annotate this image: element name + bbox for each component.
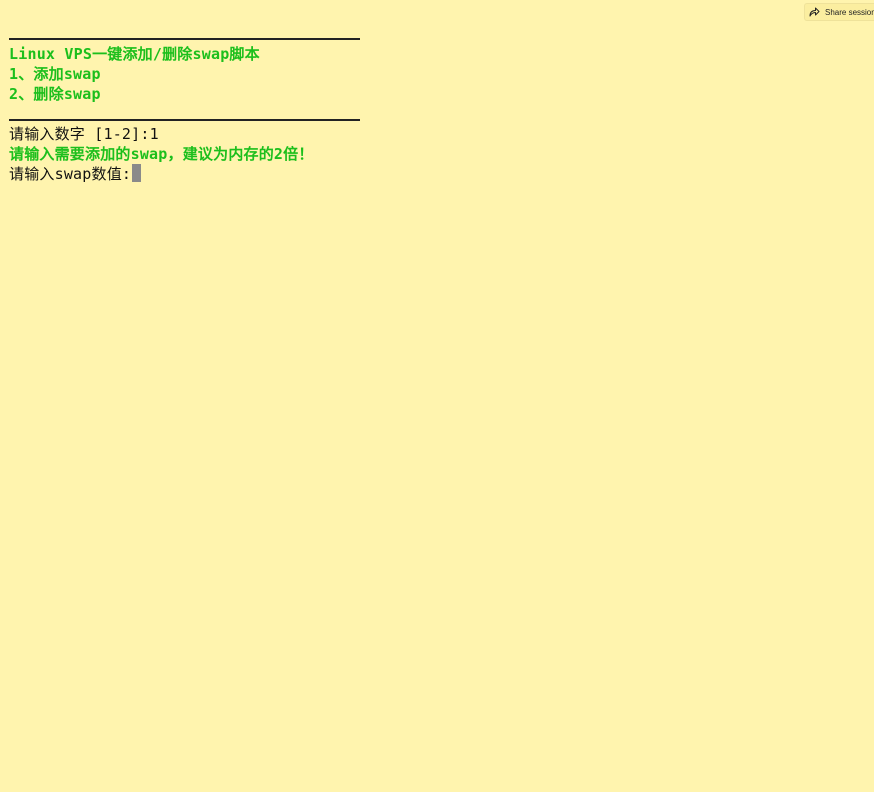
menu-title: Linux VPS一键添加/删除swap脚本: [9, 45, 260, 63]
share-arrow-icon: [809, 6, 820, 18]
share-session-button[interactable]: Share session: [804, 3, 874, 21]
separator-rule: [9, 24, 369, 44]
separator-rule: [9, 104, 369, 124]
terminal-cursor[interactable]: [132, 164, 142, 182]
share-session-label: Share session: [825, 7, 874, 17]
terminal-output[interactable]: Linux VPS一键添加/删除swap脚本 1、添加swap 2、删除swap…: [9, 24, 369, 184]
menu-option-add-swap: 1、添加swap: [9, 65, 101, 83]
menu-option-remove-swap: 2、删除swap: [9, 85, 101, 103]
swap-value-prompt: 请输入swap数值:: [9, 165, 132, 183]
swap-value-prompt-line: 请输入swap数值:: [9, 164, 369, 184]
choice-prompt: 请输入数字 [1-2]:1: [9, 125, 159, 143]
swap-size-hint: 请输入需要添加的swap，建议为内存的2倍！: [9, 145, 314, 163]
